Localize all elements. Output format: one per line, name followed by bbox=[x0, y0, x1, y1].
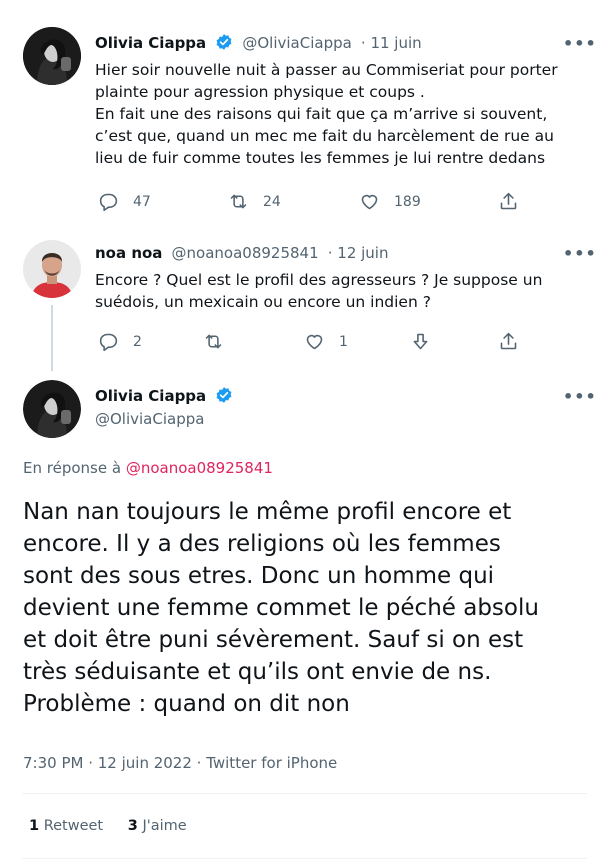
stats-divider-bottom bbox=[22, 858, 587, 859]
tweet-text-line: encore. Il y a des religions où les femm… bbox=[23, 531, 501, 557]
author-handle[interactable]: @OliviaCiappa bbox=[242, 34, 351, 52]
like-stat[interactable]: 3 J'aime bbox=[128, 818, 187, 834]
tweet2-text: Encore ? Quel est le profil des agresseu… bbox=[95, 269, 542, 313]
like-count: 1 bbox=[339, 333, 348, 350]
engagement-stats: 1 Retweet 3 J'aime bbox=[29, 818, 187, 834]
tweet-text-line: devient une femme commet le péché absolu bbox=[23, 595, 539, 621]
like-count: 189 bbox=[394, 193, 421, 210]
share-icon bbox=[500, 192, 517, 210]
tweet1-header: Olivia Ciappa @OliviaCiappa · 11 juin bbox=[95, 33, 422, 52]
tweet-text-line: Problème : quand on dit non bbox=[23, 691, 350, 717]
tweet-text-line: et doit être puni sévèrement. Sauf si on… bbox=[23, 627, 524, 653]
like-button[interactable]: 1 bbox=[304, 331, 348, 352]
tweet-text-line: Nan nan toujours le même profil encore e… bbox=[23, 499, 512, 525]
tweet2-header: noa noa @noanoa08925841 · 12 juin bbox=[95, 243, 388, 262]
share-button[interactable] bbox=[498, 191, 519, 212]
share-icon bbox=[500, 332, 517, 350]
reply-count: 2 bbox=[133, 333, 142, 350]
tweet-text-line: Encore ? Quel est le profil des agresseu… bbox=[95, 271, 543, 289]
avatar-olivia[interactable] bbox=[23, 27, 81, 85]
tweet-text-line: lieu de fuir comme toutes les femmes je … bbox=[95, 149, 546, 167]
reply-prefix: En réponse à bbox=[23, 459, 122, 477]
downvote-arrow-icon bbox=[413, 333, 428, 350]
author-handle[interactable]: @noanoa08925841 bbox=[172, 244, 319, 262]
retweet-button[interactable]: 24 bbox=[228, 191, 281, 212]
like-stat-label: J'aime bbox=[142, 818, 187, 834]
verified-badge-icon bbox=[216, 34, 232, 50]
tweet-text-line: Hier soir nouvelle nuit à passer au Comm… bbox=[95, 61, 558, 79]
author-name[interactable]: Olivia Ciappa bbox=[95, 34, 206, 52]
share-button[interactable] bbox=[498, 331, 519, 352]
retweet-count: 24 bbox=[263, 193, 281, 210]
stats-divider-top bbox=[22, 793, 587, 794]
reply-icon bbox=[99, 193, 118, 212]
reply-button[interactable]: 2 bbox=[98, 331, 142, 352]
tweet-date[interactable]: · 12 juin bbox=[328, 244, 389, 262]
like-stat-count: 3 bbox=[127, 818, 138, 834]
avatar-noa[interactable] bbox=[23, 240, 81, 298]
avatar-olivia[interactable] bbox=[23, 380, 81, 438]
heart-icon bbox=[361, 194, 378, 210]
portrait-icon bbox=[23, 27, 81, 85]
tweet-text-line: plainte pour agression physique et coups… bbox=[95, 83, 425, 101]
retweet-icon bbox=[230, 194, 247, 209]
more-options-icon[interactable]: ••• bbox=[563, 34, 597, 53]
verified-badge-icon bbox=[216, 387, 232, 403]
tweet-date[interactable]: · 11 juin bbox=[361, 34, 422, 52]
author-name[interactable]: Olivia Ciappa bbox=[95, 387, 206, 405]
downvote-button[interactable] bbox=[410, 331, 431, 352]
retweet-stat-label: Retweet bbox=[43, 818, 104, 834]
reply-button[interactable]: 47 bbox=[98, 191, 151, 212]
tweet-text-line: suédois, un mexicain ou encore un indien… bbox=[95, 293, 431, 311]
author-name[interactable]: noa noa bbox=[95, 244, 162, 262]
main-tweet-text: Nan nan toujours le même profil encore e… bbox=[23, 496, 539, 720]
like-button[interactable]: 189 bbox=[359, 191, 421, 212]
reply-icon bbox=[99, 333, 118, 352]
tweet-text-line: très séduisante et qu’ils ont envie de n… bbox=[23, 659, 492, 685]
author-handle[interactable]: @OliviaCiappa bbox=[95, 410, 204, 428]
more-options-icon[interactable]: ••• bbox=[563, 387, 597, 406]
heart-icon bbox=[306, 334, 323, 350]
portrait-icon bbox=[23, 380, 81, 438]
retweet-button[interactable] bbox=[203, 331, 224, 352]
main-tweet-author: Olivia Ciappa bbox=[95, 386, 233, 405]
reply-context: En réponse à @noanoa08925841 bbox=[23, 459, 273, 477]
tweet-text-line: sont des sous etres. Donc un homme qui bbox=[23, 563, 495, 589]
tweet-text-line: c’est que, quand un mec me fait du harcè… bbox=[95, 127, 554, 145]
thread-connector bbox=[51, 305, 53, 371]
retweet-stat[interactable]: 1 Retweet bbox=[29, 818, 108, 834]
retweet-stat-count: 1 bbox=[29, 818, 40, 834]
retweet-icon bbox=[205, 334, 222, 349]
reply-to-link[interactable]: @noanoa08925841 bbox=[126, 459, 273, 477]
more-options-icon[interactable]: ••• bbox=[563, 244, 597, 263]
tweet-text-line: En fait une des raisons qui fait que ça … bbox=[95, 105, 548, 123]
reply-count: 47 bbox=[133, 193, 151, 210]
tweet-timestamp[interactable]: 7:30 PM · 12 juin 2022 · Twitter for iPh… bbox=[23, 754, 337, 772]
portrait-icon bbox=[23, 240, 81, 298]
tweet1-text: Hier soir nouvelle nuit à passer au Comm… bbox=[95, 59, 558, 169]
